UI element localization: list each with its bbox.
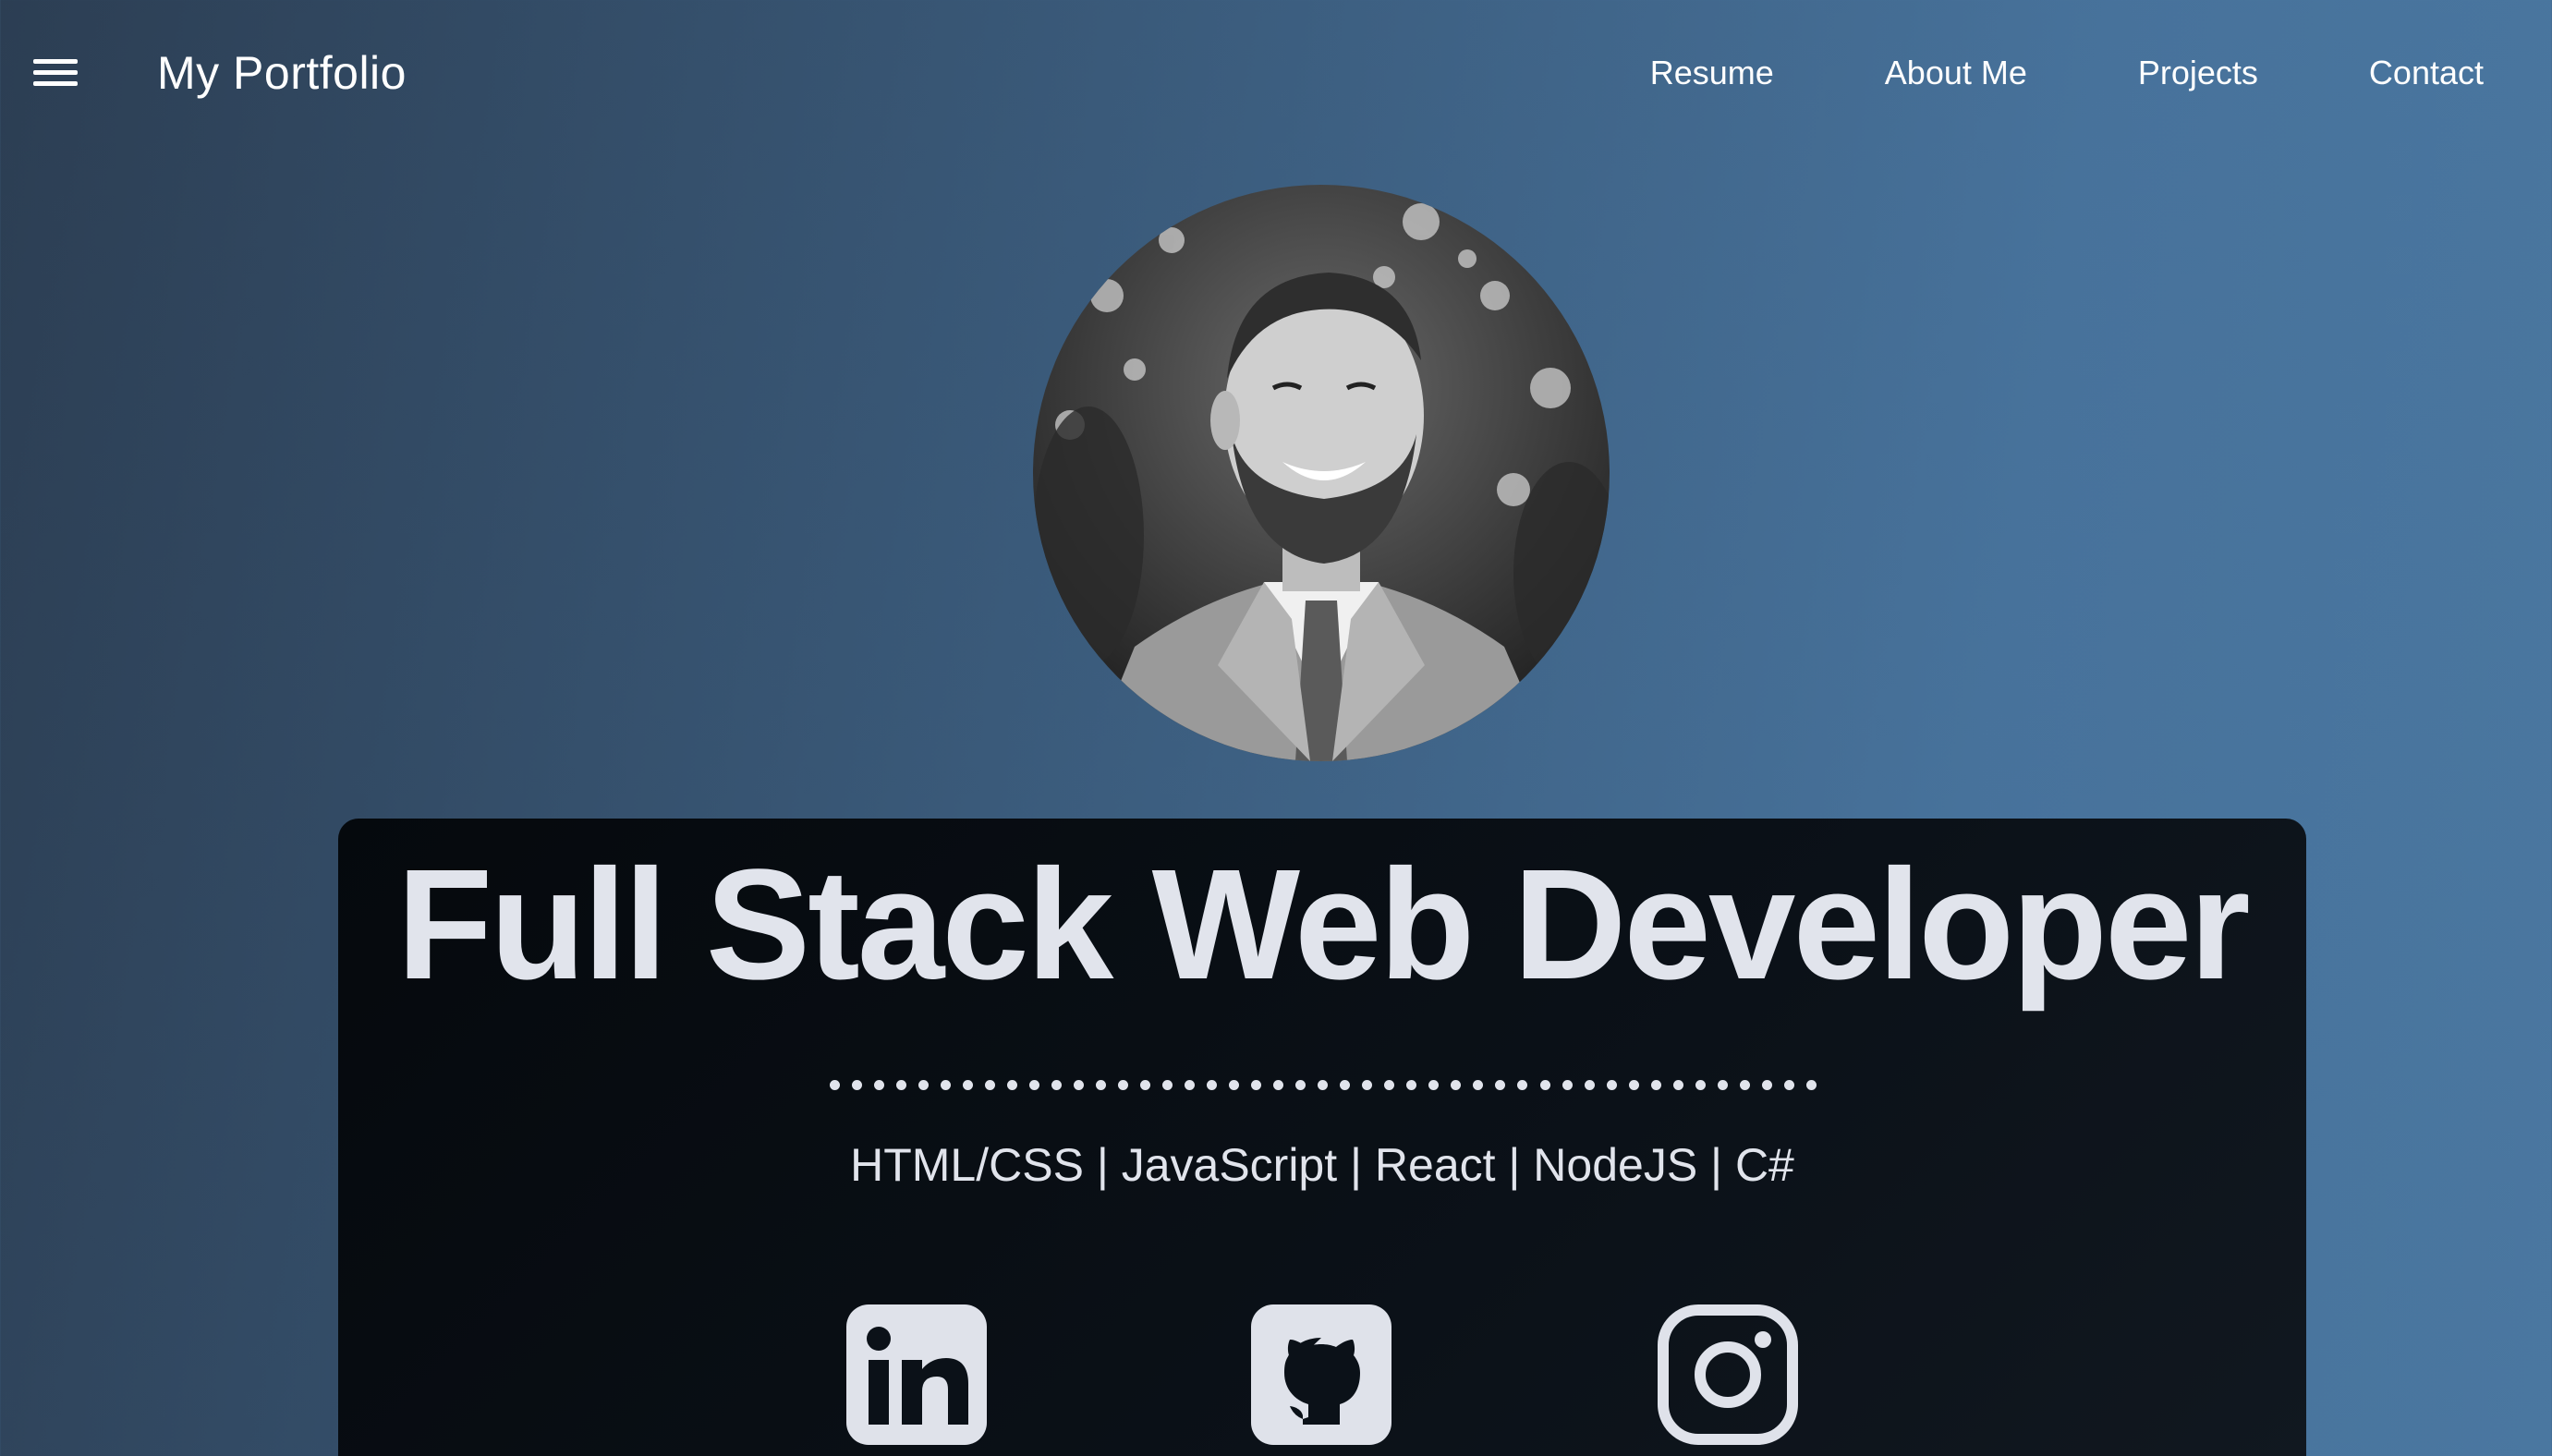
site-title[interactable]: My Portfolio <box>157 46 407 100</box>
hero-title: Full Stack Web Developer <box>396 837 2250 1013</box>
github-icon[interactable] <box>1251 1304 1391 1445</box>
hero-card: Full Stack Web Developer HTML/CSS | Java… <box>338 819 2306 1456</box>
profile-photo <box>1033 185 1610 761</box>
nav-links: Resume About Me Projects Contact <box>1539 54 2484 92</box>
nav-about-me-link[interactable]: About Me <box>1885 54 2027 92</box>
navbar: My Portfolio Resume About Me Projects Co… <box>0 0 2552 148</box>
linkedin-icon[interactable] <box>846 1304 987 1445</box>
instagram-icon[interactable] <box>1658 1304 1798 1445</box>
skills-list: HTML/CSS | JavaScript | React | NodeJS |… <box>850 1139 1794 1191</box>
dotted-divider <box>830 1077 1817 1092</box>
nav-resume-link[interactable]: Resume <box>1650 54 1774 92</box>
nav-projects-link[interactable]: Projects <box>2138 54 2258 92</box>
nav-contact-link[interactable]: Contact <box>2369 54 2484 92</box>
hamburger-menu-icon[interactable] <box>33 59 78 89</box>
